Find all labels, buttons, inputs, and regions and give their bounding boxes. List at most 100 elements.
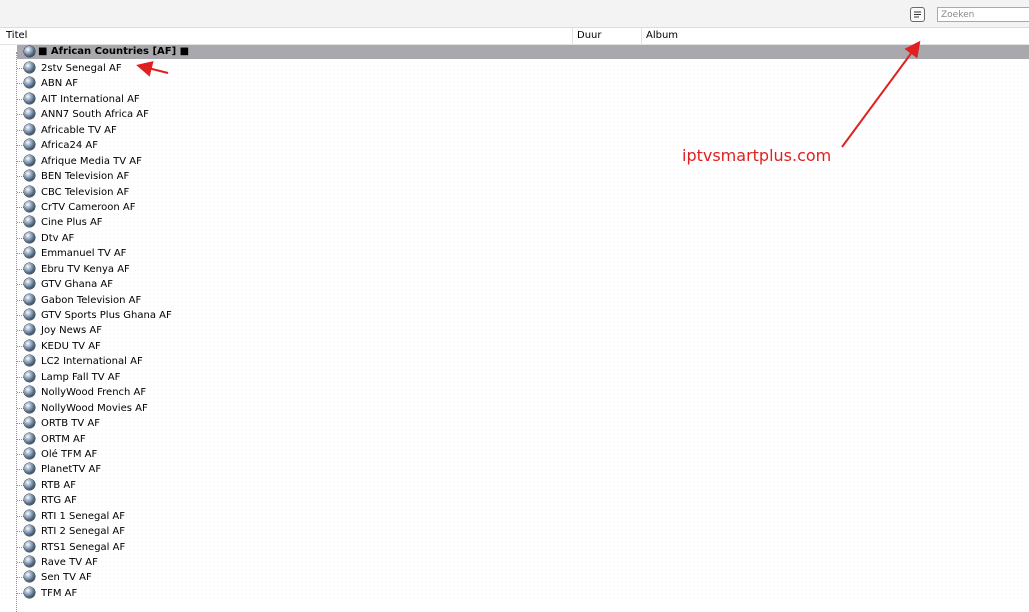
channel-row[interactable]: Olé TFM AF	[0, 447, 1029, 462]
channel-row[interactable]: ORTM AF	[0, 432, 1029, 447]
channel-row[interactable]: 2stv Senegal AF	[0, 61, 1029, 76]
globe-icon	[24, 370, 35, 382]
globe-icon	[24, 170, 35, 182]
globe-icon	[24, 231, 35, 243]
channel-row[interactable]: ORTB TV AF	[0, 416, 1029, 431]
globe-icon	[24, 478, 35, 490]
tree-branch-line	[17, 222, 24, 224]
tree-branch-line	[17, 562, 24, 563]
channel-list: 2stv Senegal AF ABN AF AIT International A…	[0, 61, 1029, 601]
tree-branch-line	[17, 469, 24, 471]
channel-row[interactable]: AIT International AF	[0, 92, 1029, 107]
tree-branch-line	[17, 546, 24, 548]
channel-row[interactable]: Lamp Fall TV AF	[0, 370, 1029, 385]
channel-title: Joy News AF	[41, 325, 102, 337]
channel-row[interactable]: CBC Television AF	[0, 185, 1029, 200]
channel-title: TFM AF	[41, 587, 78, 599]
tree-branch-line	[17, 500, 24, 502]
channel-title: GTV Sports Plus Ghana AF	[41, 310, 172, 321]
channel-row[interactable]: NollyWood Movies AF	[0, 401, 1029, 416]
globe-icon	[24, 247, 35, 259]
search-input[interactable]	[937, 7, 1029, 22]
channel-row[interactable]: GTV Ghana AF	[0, 277, 1029, 292]
globe-icon	[24, 494, 35, 506]
channel-title: Lamp Fall TV AF	[41, 371, 121, 383]
channel-row[interactable]: Cine Plus AF	[0, 215, 1029, 230]
tree-branch-line	[17, 206, 24, 208]
globe-icon	[24, 571, 35, 583]
tree-branch-line	[17, 284, 24, 286]
channel-row[interactable]: Sen TV AF	[0, 570, 1029, 585]
channel-row[interactable]: GTV Sports Plus Ghana AF	[0, 308, 1029, 323]
channel-row[interactable]: LC2 International AF	[0, 354, 1029, 369]
channel-title: RTI 2 Senegal AF	[41, 526, 126, 538]
tree-branch-line	[17, 515, 24, 517]
channel-title: Afrique Media TV AF	[41, 155, 142, 167]
tree-branch-line	[17, 129, 24, 131]
column-header-album[interactable]: Album	[641, 28, 1029, 44]
tree-branch-line	[17, 361, 24, 363]
watermark-annotation: iptvsmartplus.com	[682, 146, 832, 165]
group-label: ■ African Countries [AF] ■	[38, 46, 190, 57]
channel-title: ORTB TV AF	[41, 418, 100, 430]
channel-row[interactable]: CrTV Cameroon AF	[0, 200, 1029, 215]
channel-row[interactable]: RTS1 Senegal AF	[0, 540, 1029, 555]
globe-icon	[24, 586, 35, 598]
tree-branch-line	[17, 253, 24, 255]
column-header-title[interactable]: Titel	[2, 28, 572, 44]
channel-title: ORTM AF	[41, 433, 86, 445]
globe-icon	[24, 216, 35, 228]
globe-icon	[24, 386, 35, 398]
channel-row[interactable]: Rave TV AF	[0, 555, 1029, 570]
channel-row[interactable]: NollyWood French AF	[0, 385, 1029, 400]
channel-row[interactable]: RTI 1 Senegal AF	[0, 509, 1029, 524]
column-header-duration[interactable]: Duur	[572, 28, 641, 44]
globe-icon	[24, 123, 35, 135]
channel-row[interactable]: Emmanuel TV AF	[0, 246, 1029, 261]
channel-row[interactable]: Africa24 AF	[0, 138, 1029, 153]
tree-branch-line	[17, 83, 24, 85]
channel-row[interactable]: PlanetTV AF	[0, 462, 1029, 477]
globe-icon	[24, 154, 35, 166]
channel-title: Gabon Television AF	[41, 294, 142, 306]
playlist-tree: ■ African Countries [AF] ■ 2stv Senegal …	[0, 44, 1029, 612]
channel-row[interactable]: RTI 2 Senegal AF	[0, 524, 1029, 539]
channel-title: Sen TV AF	[41, 572, 92, 584]
channel-title: AIT International AF	[41, 93, 140, 105]
list-view-icon[interactable]	[910, 7, 925, 22]
channel-row[interactable]: KEDU TV AF	[0, 339, 1029, 354]
channel-row[interactable]: ABN AF	[0, 76, 1029, 91]
channel-title: Cine Plus AF	[41, 217, 103, 229]
channel-title: KEDU TV AF	[41, 340, 101, 352]
tree-branch-line	[17, 392, 24, 394]
channel-row[interactable]: Joy News AF	[0, 323, 1029, 338]
channel-row[interactable]: Africable TV AF	[0, 123, 1029, 138]
channel-row[interactable]: Gabon Television AF	[0, 293, 1029, 308]
globe-icon	[24, 417, 35, 429]
channel-row[interactable]: ANN7 South Africa AF	[0, 107, 1029, 122]
tree-branch-line	[17, 68, 24, 69]
globe-icon	[24, 525, 35, 537]
channel-row[interactable]: Ebru TV Kenya AF	[0, 262, 1029, 277]
channel-row[interactable]: BEN Television AF	[0, 169, 1029, 184]
channel-row[interactable]: TFM AF	[0, 586, 1029, 601]
globe-icon	[24, 339, 35, 351]
tree-branch-line	[17, 592, 24, 594]
channel-title: GTV Ghana AF	[41, 279, 113, 291]
channel-title: ANN7 South Africa AF	[41, 109, 149, 121]
globe-icon	[24, 92, 35, 104]
globe-icon	[24, 432, 35, 444]
channel-row[interactable]: RTG AF	[0, 493, 1029, 508]
channel-row[interactable]: Dtv AF	[0, 231, 1029, 246]
globe-icon	[24, 62, 35, 73]
channel-title: BEN Television AF	[41, 171, 130, 183]
tree-branch-line	[17, 160, 24, 162]
globe-icon	[24, 108, 35, 120]
channel-title: RTS1 Senegal AF	[41, 541, 126, 553]
channel-row[interactable]: Afrique Media TV AF	[0, 154, 1029, 169]
tree-branch-line	[17, 237, 24, 239]
tree-branch-line	[17, 176, 24, 178]
channel-title: PlanetTV AF	[41, 464, 102, 476]
globe-icon	[24, 46, 35, 57]
channel-row[interactable]: RTB AF	[0, 478, 1029, 493]
